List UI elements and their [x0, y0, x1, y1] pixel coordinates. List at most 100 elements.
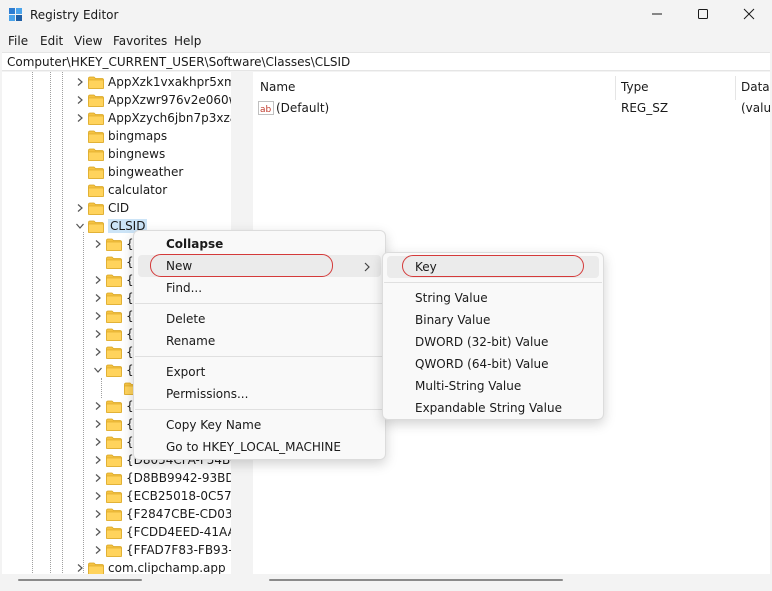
chevron-right-icon[interactable]	[93, 401, 103, 411]
svg-text:ab: ab	[260, 105, 272, 115]
chevron-right-icon[interactable]	[75, 113, 85, 123]
chevron-right-icon[interactable]	[75, 95, 85, 105]
chevron-right-icon[interactable]	[93, 329, 103, 339]
chevron-right-icon[interactable]	[93, 491, 103, 501]
address-path[interactable]: Computer\HKEY_CURRENT_USER\Software\Clas…	[7, 55, 350, 69]
menu-item-permissions[interactable]: Permissions...	[138, 383, 381, 405]
close-button[interactable]	[726, 0, 772, 31]
column-header-name[interactable]: Name	[260, 80, 295, 94]
submenu-item-dword-32-bit-value[interactable]: DWORD (32-bit) Value	[387, 331, 599, 353]
menu-item-label: Delete	[166, 312, 206, 326]
menu-separator	[135, 356, 384, 357]
address-bar[interactable]: Computer\HKEY_CURRENT_USER\Software\Clas…	[2, 52, 770, 71]
tree-node-label: {F2847CBE-CD03-4C	[126, 507, 248, 521]
tree-node[interactable]: {	[93, 397, 134, 415]
chevron-right-icon[interactable]	[93, 545, 103, 555]
tree-node[interactable]: {	[93, 307, 134, 325]
tree-node[interactable]: {FCDD4EED-41AA-49	[93, 523, 248, 541]
chevron-right-icon[interactable]	[93, 347, 103, 357]
list-scroll-thumb[interactable]	[269, 579, 563, 581]
chevron-down-icon[interactable]	[75, 221, 85, 231]
chevron-right-icon[interactable]	[75, 203, 85, 213]
value-row[interactable]: ab (Default) REG_SZ (value	[253, 100, 770, 118]
tree-node[interactable]: {	[93, 415, 134, 433]
tree-node[interactable]: bingnews	[75, 145, 165, 163]
chevron-right-icon[interactable]	[93, 275, 103, 285]
tree-node[interactable]: {ECB25018-0C57-44F	[93, 487, 248, 505]
tree-node[interactable]: CID	[75, 199, 129, 217]
folder-icon	[106, 436, 122, 449]
menu-item-label: Binary Value	[415, 313, 491, 327]
menu-separator	[135, 303, 384, 304]
menu-file[interactable]: File	[8, 34, 28, 48]
maximize-button[interactable]	[680, 0, 726, 31]
menu-item-export[interactable]: Export	[138, 361, 381, 383]
chevron-right-icon[interactable]	[75, 563, 85, 573]
tree-node[interactable]: {D8BB9942-93BD-412	[93, 469, 248, 487]
tree-node[interactable]: AppXzk1vxakhpr5xmev	[75, 73, 248, 91]
column-divider[interactable]	[615, 76, 616, 100]
tree-node[interactable]: {	[93, 361, 134, 379]
tree-node-label: {ECB25018-0C57-44F	[126, 489, 248, 503]
folder-icon	[88, 220, 104, 233]
menu-help[interactable]: Help	[174, 34, 201, 48]
menu-item-collapse[interactable]: Collapse	[138, 233, 381, 255]
chevron-right-icon[interactable]	[93, 293, 103, 303]
tree-node[interactable]: bingweather	[75, 163, 183, 181]
submenu-item-expandable-string-value[interactable]: Expandable String Value	[387, 397, 599, 419]
tree-scroll-thumb[interactable]	[18, 579, 142, 581]
folder-icon	[106, 472, 122, 485]
menu-item-delete[interactable]: Delete	[138, 308, 381, 330]
tree-node[interactable]: {	[93, 235, 134, 253]
chevron-right-icon[interactable]	[93, 473, 103, 483]
tree-node[interactable]: {	[93, 343, 134, 361]
menu-item-find[interactable]: Find...	[138, 277, 381, 299]
chevron-right-icon[interactable]	[93, 239, 103, 249]
list-horizontal-scrollbar[interactable]	[253, 574, 770, 587]
chevron-right-icon[interactable]	[93, 437, 103, 447]
menu-separator	[135, 409, 384, 410]
chevron-right-icon[interactable]	[93, 527, 103, 537]
tree-node[interactable]: {F2847CBE-CD03-4C	[93, 505, 248, 523]
folder-icon	[106, 418, 122, 431]
chevron-down-icon[interactable]	[93, 365, 103, 375]
chevron-right-icon[interactable]	[93, 419, 103, 429]
submenu-item-qword-64-bit-value[interactable]: QWORD (64-bit) Value	[387, 353, 599, 375]
minimize-icon	[651, 8, 663, 23]
close-icon	[743, 8, 755, 23]
menu-item-copy-key-name[interactable]: Copy Key Name	[138, 414, 381, 436]
tree-node[interactable]: bingmaps	[75, 127, 167, 145]
column-divider[interactable]	[735, 76, 736, 100]
tree-node[interactable]: AppXzwr976v2e060wad	[75, 91, 248, 109]
menu-item-go-to-hkey-local-machine[interactable]: Go to HKEY_LOCAL_MACHINE	[138, 436, 381, 458]
tree-node[interactable]: {	[93, 325, 134, 343]
menu-view[interactable]: View	[74, 34, 102, 48]
tree-node-label: AppXzych6jbn7p3xzarp	[108, 111, 248, 125]
tree-node[interactable]: {	[93, 271, 134, 289]
tree-node[interactable]: {	[93, 289, 134, 307]
menu-item-label: String Value	[415, 291, 488, 305]
tree-node[interactable]: AppXzych6jbn7p3xzarp	[75, 109, 248, 127]
tree-node[interactable]: calculator	[75, 181, 167, 199]
chevron-right-icon[interactable]	[93, 311, 103, 321]
submenu-item-binary-value[interactable]: Binary Value	[387, 309, 599, 331]
tree-node[interactable]: {	[93, 433, 134, 451]
column-header-type[interactable]: Type	[621, 80, 649, 94]
menu-item-rename[interactable]: Rename	[138, 330, 381, 352]
menu-edit[interactable]: Edit	[40, 34, 63, 48]
menu-item-label: Rename	[166, 334, 216, 348]
chevron-right-icon[interactable]	[93, 509, 103, 519]
submenu-item-multi-string-value[interactable]: Multi-String Value	[387, 375, 599, 397]
menu-favorites[interactable]: Favorites	[113, 34, 167, 48]
tree-horizontal-scrollbar[interactable]	[2, 574, 248, 587]
submenu-item-string-value[interactable]: String Value	[387, 287, 599, 309]
tree-node[interactable]: {FFAD7F83-FB93-40E	[93, 541, 248, 559]
folder-icon	[106, 346, 122, 359]
new-submenu: Key String Value Binary Value DWORD (32-bit…	[382, 252, 604, 420]
chevron-right-icon[interactable]	[75, 77, 85, 87]
minimize-button[interactable]	[634, 0, 680, 31]
column-header-data[interactable]: Data	[741, 80, 770, 94]
menu-item-label: Multi-String Value	[415, 379, 522, 393]
tree-node[interactable]: {	[93, 253, 134, 271]
chevron-right-icon[interactable]	[93, 455, 103, 465]
